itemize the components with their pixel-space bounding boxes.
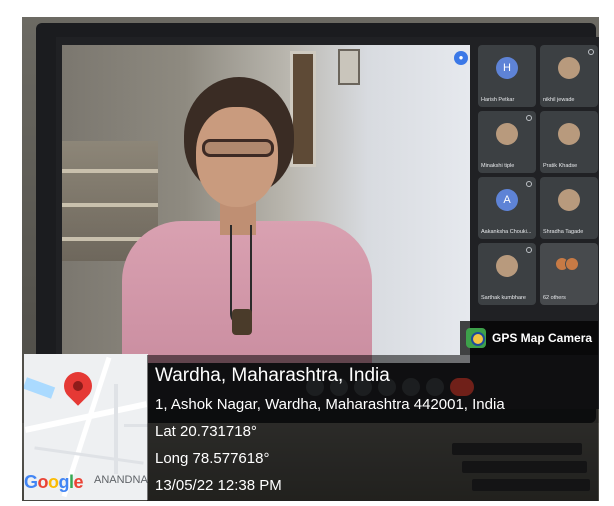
location-address: 1, Ashok Nagar, Wardha, Maharashtra 4420… — [155, 396, 505, 413]
participant-name: Shradha Tagade — [543, 229, 584, 235]
avatar — [558, 189, 580, 211]
participant-tile[interactable]: A Aakanksha Chouki... — [478, 177, 536, 239]
avatar: H — [496, 57, 518, 79]
gps-badge-label: GPS Map Camera — [492, 331, 593, 345]
longitude: Long 78.577618° — [155, 450, 270, 467]
google-logo: Google — [24, 472, 84, 492]
participant-tile[interactable]: H Harish Petkar — [478, 45, 536, 107]
speaker-video[interactable]: ● — [62, 45, 470, 363]
participant-tile[interactable]: Pratik Khadse — [540, 111, 598, 173]
map-area-label: ANANDNA — [94, 474, 148, 486]
latitude: Lat 20.731718° — [155, 423, 257, 440]
avatar — [558, 123, 580, 145]
participant-name: Harish Petkar — [481, 97, 515, 103]
participant-name: Pratik Khadse — [543, 163, 578, 169]
mic-muted-icon — [526, 247, 532, 253]
avatar — [558, 57, 580, 79]
gps-map-camera-icon — [466, 328, 486, 348]
speaker-glasses — [202, 139, 274, 157]
avatar: A — [496, 189, 518, 211]
participant-tile[interactable]: Shradha Tagade — [540, 177, 598, 239]
location-title: Wardha, Maharashtra, India — [155, 365, 390, 386]
location-info-panel: Wardha, Maharashtra, India 1, Ashok Naga… — [147, 355, 598, 501]
speaker-pendant — [232, 309, 252, 335]
participant-name: Aakanksha Chouki... — [481, 229, 532, 235]
mini-map[interactable]: Google ANANDNA — [24, 354, 148, 500]
participant-name: Minakshi tiple — [481, 163, 515, 169]
speaker-face — [196, 107, 278, 207]
participant-tile[interactable]: Minakshi tiple — [478, 111, 536, 173]
avatar — [496, 123, 518, 145]
participant-name: nikhil jewade — [543, 97, 575, 103]
others-avatars — [555, 257, 579, 271]
mic-muted-icon — [526, 181, 532, 187]
participant-tile[interactable]: Sarthak kumbhare — [478, 243, 536, 305]
participant-tile[interactable]: nikhil jewade — [540, 45, 598, 107]
wall-picture — [338, 49, 360, 85]
timestamp: 13/05/22 12:38 PM — [155, 477, 282, 494]
mic-active-icon: ● — [454, 51, 468, 65]
participant-grid: H Harish Petkar nikhil jewade Minakshi t… — [478, 45, 598, 335]
door — [290, 51, 316, 167]
gps-camera-badge: GPS Map Camera — [460, 321, 598, 355]
participant-name: Sarthak kumbhare — [481, 295, 526, 301]
mic-muted-icon — [588, 49, 594, 55]
mic-muted-icon — [526, 115, 532, 121]
others-count: 62 others — [543, 295, 566, 301]
avatar — [496, 255, 518, 277]
others-tile[interactable]: 62 others — [540, 243, 598, 305]
